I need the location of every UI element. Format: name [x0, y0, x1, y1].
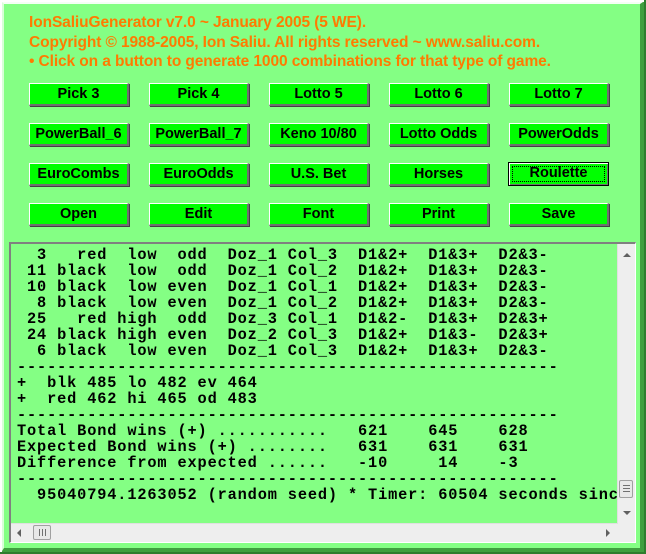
spin-row: 24 black high even Doz_2 Col_3 D1&2+ D1&… [17, 326, 549, 344]
scrollbar-corner [618, 524, 635, 542]
font-button[interactable]: Font [269, 203, 369, 226]
lotto-6-button[interactable]: Lotto 6 [389, 83, 489, 106]
open-button[interactable]: Open [29, 203, 129, 226]
button-label: U.S. Bet [290, 166, 347, 182]
euroodds-button[interactable]: EuroOdds [149, 163, 249, 186]
button-label: Open [59, 206, 98, 222]
button-label: Keno 10/80 [280, 126, 357, 142]
separator-line: ----------------------------------------… [17, 406, 559, 424]
powerball-6-button[interactable]: PowerBall_6 [29, 123, 129, 146]
arrow-left-icon[interactable] [17, 529, 21, 537]
button-label: Pick 3 [57, 86, 100, 102]
button-label: Lotto 5 [294, 86, 343, 102]
vertical-scroll-thumb[interactable] [619, 480, 633, 498]
arrow-right-icon[interactable] [606, 529, 610, 537]
button-label: Lotto 6 [414, 86, 463, 102]
output-text[interactable]: 3 red low odd Doz_1 Col_3 D1&2+ D1&3+ D2… [17, 247, 617, 525]
bond-row: Expected Bond wins (+) ........ 631 631 … [17, 438, 529, 456]
print-button[interactable]: Print [389, 203, 489, 226]
output-textarea[interactable]: 3 red low odd Doz_1 Col_3 D1&2+ D1&3+ D2… [9, 242, 636, 543]
button-label: PowerBall_6 [35, 126, 122, 142]
button-label: Font [302, 206, 335, 222]
horizontal-scrollbar[interactable] [11, 523, 618, 542]
button-label: Roulette [529, 165, 588, 181]
button-label: Edit [184, 206, 213, 222]
arrow-up-icon[interactable] [623, 253, 631, 257]
totals-row: + red 462 hi 465 od 483 [17, 390, 258, 408]
button-label: PowerOdds [518, 126, 599, 142]
separator-line: ----------------------------------------… [17, 470, 559, 488]
spin-row: 3 red low odd Doz_1 Col_3 D1&2+ D1&3+ D2… [17, 247, 549, 264]
roulette-button[interactable]: Roulette [508, 162, 609, 186]
spin-row: 8 black low even Doz_1 Col_2 D1&2+ D1&3+… [17, 294, 549, 312]
separator-line: ----------------------------------------… [17, 358, 559, 376]
lotto-5-button[interactable]: Lotto 5 [269, 83, 369, 106]
powerball-7-button[interactable]: PowerBall_7 [149, 123, 249, 146]
grip-line [623, 488, 630, 489]
pick-4-button[interactable]: Pick 4 [149, 83, 249, 106]
grip-line [42, 529, 43, 536]
grip-line [623, 485, 630, 486]
button-label: PowerBall_7 [155, 126, 242, 142]
button-label: Lotto 7 [534, 86, 583, 102]
bond-row: Total Bond wins (+) ........... 621 645 … [17, 422, 529, 440]
powerodds-button[interactable]: PowerOdds [509, 123, 609, 146]
grip-line [45, 529, 46, 536]
grip-line [623, 491, 630, 492]
spin-row: 6 black low even Doz_1 Col_3 D1&2+ D1&3+… [17, 342, 549, 360]
edit-button[interactable]: Edit [149, 203, 249, 226]
app-window: IonSaliuGenerator v7.0 ~ January 2005 (5… [0, 0, 646, 554]
horses-button[interactable]: Horses [389, 163, 489, 186]
button-label: EuroCombs [37, 166, 120, 182]
totals-row: + blk 485 lo 482 ev 464 [17, 374, 258, 392]
lotto-7-button[interactable]: Lotto 7 [509, 83, 609, 106]
vertical-scrollbar[interactable] [617, 244, 635, 524]
button-label: EuroOdds [163, 166, 234, 182]
keno-10-80-button[interactable]: Keno 10/80 [269, 123, 369, 146]
pick-3-button[interactable]: Pick 3 [29, 83, 129, 106]
button-label: Save [541, 206, 576, 222]
seed-timer-line: 95040794.1263052 (random seed) * Timer: … [17, 486, 617, 504]
button-label: Pick 4 [177, 86, 220, 102]
spin-row: 25 red high odd Doz_3 Col_1 D1&2- D1&3+ … [17, 310, 549, 328]
arrow-down-icon[interactable] [623, 511, 631, 515]
lotto-odds-button[interactable]: Lotto Odds [389, 123, 489, 146]
horizontal-scroll-thumb[interactable] [33, 525, 51, 540]
spin-row: 10 black low even Doz_1 Col_1 D1&2+ D1&3… [17, 278, 549, 296]
eurocombs-button[interactable]: EuroCombs [29, 163, 129, 186]
save-button[interactable]: Save [509, 203, 609, 226]
button-label: Print [421, 206, 456, 222]
header: IonSaliuGenerator v7.0 ~ January 2005 (5… [29, 13, 551, 72]
button-label: Lotto Odds [399, 126, 478, 142]
copyright-text: Copyright © 1988-2005, Ion Saliu. All ri… [29, 33, 541, 51]
u-s-bet-button[interactable]: U.S. Bet [269, 163, 369, 186]
button-label: Horses [413, 166, 464, 182]
bond-row: Difference from expected ...... -10 14 -… [17, 454, 519, 472]
instruction-text: • Click on a button to generate 1000 com… [29, 53, 551, 70]
spin-row: 11 black low odd Doz_1 Col_2 D1&2+ D1&3+… [17, 262, 549, 280]
app-title: IonSaliuGenerator v7.0 ~ January 2005 (5… [29, 14, 367, 31]
grip-line [39, 529, 40, 536]
